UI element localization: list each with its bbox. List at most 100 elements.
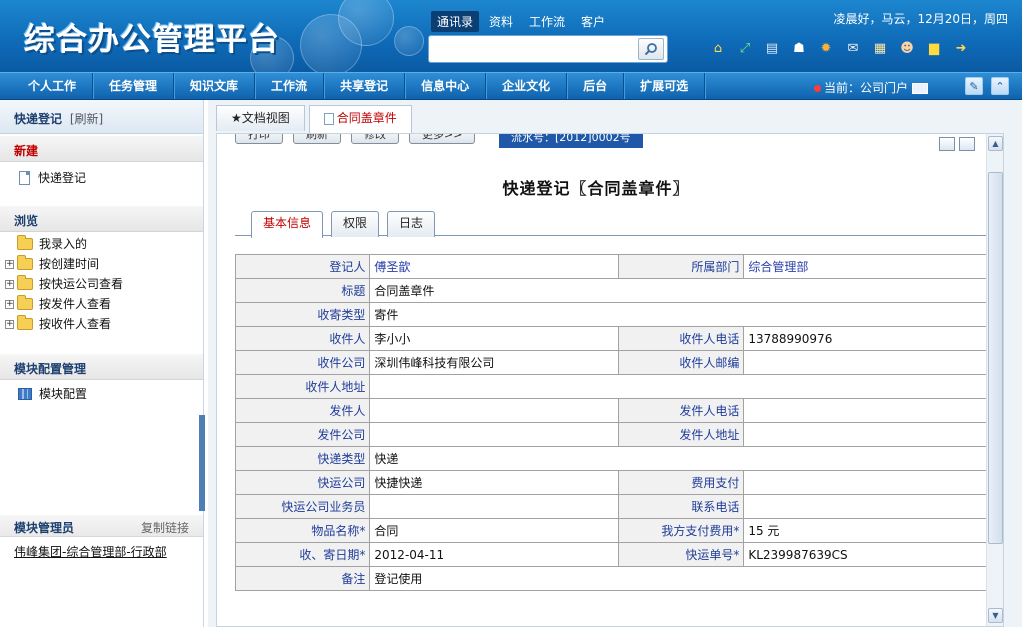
sidebar-item-by-sender[interactable]: + 按发件人查看 bbox=[0, 294, 203, 314]
field-value: 快递 bbox=[369, 446, 993, 471]
search-icon bbox=[644, 43, 657, 56]
field-label: 我方支付费用* bbox=[618, 518, 745, 543]
folder-icon bbox=[17, 255, 33, 270]
detail-tabs: 基本信息 权限 日志 bbox=[235, 208, 993, 238]
tab-contract-stamp[interactable]: 合同盖章件 bbox=[308, 105, 412, 133]
scroll-down-icon[interactable]: ▼ bbox=[988, 608, 1003, 623]
search-button[interactable] bbox=[638, 38, 664, 60]
field-value bbox=[369, 494, 620, 519]
search-tab-workflow[interactable]: 工作流 bbox=[523, 11, 571, 32]
field-label: 收件人 bbox=[234, 326, 371, 351]
folder-icon bbox=[17, 275, 33, 290]
folder-icon bbox=[17, 295, 33, 310]
sidebar-item-module-config[interactable]: 模块配置 bbox=[0, 384, 203, 404]
nav-corporate-culture[interactable]: 企业文化 bbox=[486, 73, 568, 99]
action-buttons: 打印 刷新 修改 更多>> bbox=[235, 134, 476, 144]
field-value: 合同盖章件 bbox=[369, 278, 993, 303]
note-icon[interactable]: ▆ bbox=[924, 38, 944, 58]
registrant-link[interactable]: 傅圣歆 bbox=[369, 254, 620, 279]
sidebar-item-new-express[interactable]: 快递登记 bbox=[0, 168, 203, 188]
settings-icon[interactable]: ✹ bbox=[816, 38, 836, 58]
sidebar-item-label: 按创建时间 bbox=[39, 257, 100, 271]
table-row: 快运公司业务员 联系电话 bbox=[234, 494, 993, 519]
copy-link-button[interactable]: 复制链接 bbox=[141, 519, 189, 536]
arrows-icon[interactable]: ⤢ bbox=[735, 38, 755, 58]
field-value bbox=[369, 374, 993, 399]
search-tab-contacts[interactable]: 通讯录 bbox=[431, 11, 480, 32]
print-button[interactable]: 打印 bbox=[235, 134, 283, 144]
document-tabs: ★文档视图 合同盖章件 bbox=[216, 105, 416, 133]
nav-workflow[interactable]: 工作流 bbox=[255, 73, 325, 99]
document-content: 打印 刷新 修改 更多>> 流水号：[2012]0002号 快递登记〖合同盖章件… bbox=[216, 133, 1004, 627]
nav-info-center[interactable]: 信息中心 bbox=[405, 73, 487, 99]
nav-backend[interactable]: 后台 bbox=[567, 73, 625, 99]
field-label: 费用支付 bbox=[618, 470, 745, 495]
field-value bbox=[743, 398, 993, 423]
tab-basic-info[interactable]: 基本信息 bbox=[251, 211, 324, 238]
table-row: 备注 登记使用 bbox=[234, 566, 993, 591]
field-value: 快捷快递 bbox=[369, 470, 620, 495]
table-row: 登记人 傅圣歆 所属部门 综合管理部 bbox=[234, 254, 993, 279]
page-title: 快递登记〖合同盖章件〗 bbox=[502, 179, 690, 198]
module-admin-label: 模块管理员 bbox=[14, 521, 75, 535]
sidebar-item-label: 我录入的 bbox=[39, 237, 88, 251]
current-portal[interactable]: 当前：公司门户 bbox=[814, 79, 929, 96]
sidebar-item-by-recipient[interactable]: + 按收件人查看 bbox=[0, 314, 203, 334]
layout-icon[interactable] bbox=[939, 137, 955, 151]
users-icon[interactable]: ☻ bbox=[897, 38, 917, 58]
edit-button[interactable]: 修改 bbox=[351, 134, 399, 144]
sidebar-refresh-link[interactable]: [刷新] bbox=[70, 112, 103, 126]
more-button[interactable]: 更多>> bbox=[409, 134, 476, 144]
field-value: 15 元 bbox=[743, 518, 993, 543]
edit-icon[interactable]: ✎ bbox=[965, 77, 983, 95]
table-row: 物品名称* 合同 我方支付费用* 15 元 bbox=[234, 518, 993, 543]
search-input[interactable] bbox=[433, 40, 629, 58]
refresh-button[interactable]: 刷新 bbox=[293, 134, 341, 144]
sidebar-item-by-created-time[interactable]: + 按创建时间 bbox=[0, 254, 203, 274]
org-path-link[interactable]: 伟峰集团-综合管理部-行政部 bbox=[0, 537, 203, 560]
search-tab-materials[interactable]: 资料 bbox=[483, 11, 519, 32]
nav-knowledge-library[interactable]: 知识文库 bbox=[174, 73, 256, 99]
scroll-up-icon[interactable]: ▲ bbox=[988, 136, 1003, 151]
nav-task-management[interactable]: 任务管理 bbox=[93, 73, 175, 99]
sidebar-item-my-entries[interactable]: 我录入的 bbox=[0, 234, 203, 254]
envelope-icon[interactable]: ✉ bbox=[843, 38, 863, 58]
field-label: 联系电话 bbox=[618, 494, 745, 519]
expand-icon[interactable]: + bbox=[5, 299, 14, 309]
logout-icon[interactable]: ➜ bbox=[951, 38, 971, 58]
tab-permissions[interactable]: 权限 bbox=[331, 211, 380, 237]
nav-shared-registration[interactable]: 共享登记 bbox=[324, 73, 406, 99]
tab-label: 合同盖章件 bbox=[336, 111, 397, 125]
module-admin-panel: 模块管理员 复制链接 伟峰集团-综合管理部-行政部 bbox=[0, 515, 203, 560]
table-row: 标题 合同盖章件 bbox=[234, 278, 993, 303]
sidebar-collapse-handle[interactable] bbox=[199, 415, 205, 511]
nav-extensions[interactable]: 扩展可选 bbox=[624, 73, 706, 99]
table-row: 快运公司 快捷快递 费用支付 bbox=[234, 470, 993, 495]
nav-personal-work[interactable]: 个人工作 bbox=[0, 73, 94, 99]
calendar-icon[interactable]: ▦ bbox=[870, 38, 890, 58]
home-icon[interactable]: ⌂ bbox=[708, 38, 728, 58]
tab-document-view[interactable]: ★文档视图 bbox=[216, 105, 305, 131]
department-link[interactable]: 综合管理部 bbox=[743, 254, 993, 279]
sidebar-item-by-express-company[interactable]: + 按快运公司查看 bbox=[0, 274, 203, 294]
sidebar-header: 快递登记 [刷新] bbox=[0, 100, 203, 134]
scroll-thumb[interactable] bbox=[988, 172, 1003, 544]
main-area: ★文档视图 合同盖章件 打印 刷新 修改 更多>> 流水号：[2012]0002… bbox=[208, 100, 1022, 627]
field-value: KL239987639CS bbox=[743, 542, 993, 567]
expand-icon[interactable]: + bbox=[5, 259, 14, 269]
field-value: 深圳伟峰科技有限公司 bbox=[369, 350, 620, 375]
search-tab-customers[interactable]: 客户 bbox=[575, 11, 611, 32]
expand-icon[interactable]: + bbox=[5, 279, 14, 289]
shirt-icon[interactable]: ☗ bbox=[789, 38, 809, 58]
table-row: 收件人地址 bbox=[234, 374, 993, 399]
field-value: 13788990976 bbox=[743, 326, 993, 351]
field-value bbox=[369, 398, 620, 423]
table-row: 收件公司 深圳伟峰科技有限公司 收件人邮编 bbox=[234, 350, 993, 375]
tab-log[interactable]: 日志 bbox=[387, 211, 436, 237]
vertical-scrollbar[interactable]: ▲ ▼ bbox=[986, 134, 1003, 626]
collapse-up-icon[interactable]: ⌃ bbox=[991, 77, 1009, 95]
mail-card-icon[interactable]: ▤ bbox=[762, 38, 782, 58]
field-label: 收件人地址 bbox=[234, 374, 371, 399]
export-icon[interactable] bbox=[959, 137, 975, 151]
expand-icon[interactable]: + bbox=[5, 319, 14, 329]
